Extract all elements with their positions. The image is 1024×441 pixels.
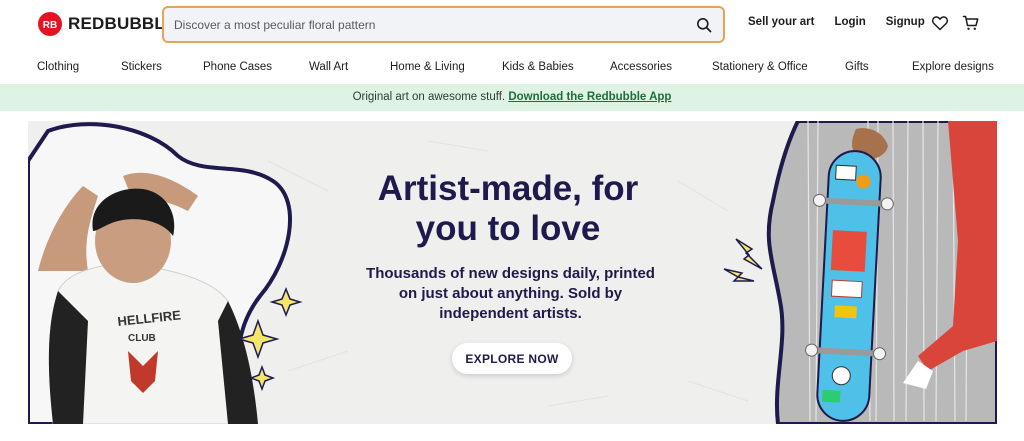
skateboard-illustration — [723, 121, 997, 424]
heart-icon — [931, 16, 949, 31]
login-link[interactable]: Login — [834, 16, 865, 28]
brand-logo[interactable]: RB REDBUBBLE — [38, 12, 177, 36]
nav-stickers[interactable]: Stickers — [121, 61, 162, 73]
search-bar — [162, 6, 725, 43]
signup-link[interactable]: Signup — [886, 16, 925, 28]
nav-phone-cases[interactable]: Phone Cases — [203, 61, 272, 73]
nav-wall-art[interactable]: Wall Art — [309, 61, 348, 73]
search-icon — [697, 18, 712, 33]
search-button[interactable] — [693, 14, 715, 36]
nav-stationery-office[interactable]: Stationery & Office — [712, 61, 808, 73]
account-links: Sell your art Login Signup — [748, 16, 925, 28]
redbubble-logo-icon: RB — [38, 12, 62, 36]
explore-now-button[interactable]: EXPLORE NOW — [452, 343, 572, 374]
promo-text: Original art on awesome stuff. — [352, 91, 509, 103]
site-header: RB REDBUBBLE Sell your art Login Signup — [0, 0, 1024, 48]
svg-text:CLUB: CLUB — [128, 333, 156, 344]
download-app-link[interactable]: Download the Redbubble App — [508, 91, 671, 103]
sell-your-art-link[interactable]: Sell your art — [748, 16, 814, 28]
nav-gifts[interactable]: Gifts — [845, 61, 869, 73]
nav-explore-designs[interactable]: Explore designs — [912, 61, 994, 73]
nav-clothing[interactable]: Clothing — [37, 61, 79, 73]
hero-subheading: Thousands of new designs daily, printed … — [366, 265, 655, 322]
brand-name: REDBUBBLE — [68, 14, 177, 33]
model-tshirt-illustration: HELLFIRE CLUB — [28, 122, 303, 424]
nav-home-living[interactable]: Home & Living — [390, 61, 465, 73]
cart-button[interactable] — [962, 14, 980, 32]
nav-accessories[interactable]: Accessories — [610, 61, 672, 73]
cart-icon — [962, 15, 979, 30]
search-input[interactable] — [174, 8, 694, 41]
hero-heading: Artist-made, for you to love — [377, 169, 639, 248]
wishlist-button[interactable] — [931, 14, 949, 32]
app-promo-banner: Original art on awesome stuff. Download … — [0, 84, 1024, 111]
svg-text:RB: RB — [43, 20, 57, 31]
nav-kids-babies[interactable]: Kids & Babies — [502, 61, 574, 73]
category-nav: Clothing Stickers Phone Cases Wall Art H… — [0, 56, 1024, 82]
hero-banner: HELLFIRE CLUB Artist-made, for you to lo… — [28, 121, 997, 424]
